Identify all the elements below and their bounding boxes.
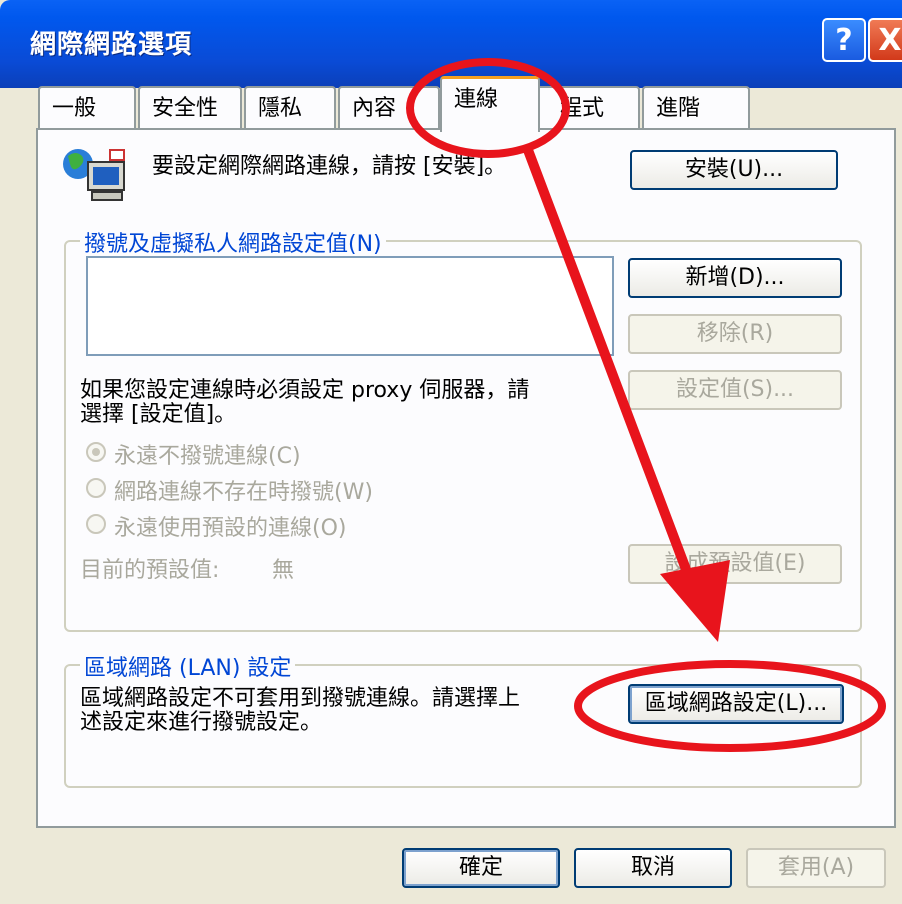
radio-dial-when-absent-label: 網路連線不存在時撥號(W) (114, 480, 373, 505)
radio-always-dial[interactable] (86, 514, 106, 534)
lan-group-label: 區域網路 (LAN) 設定 (80, 650, 296, 682)
close-button[interactable]: X (868, 18, 902, 62)
setup-instruction: 要設定網際網路連線，請按 [安裝]。 (152, 154, 507, 179)
connections-listbox[interactable] (86, 256, 614, 356)
current-default-value: 無 (272, 558, 295, 583)
tab-connections[interactable]: 連線 (440, 76, 540, 132)
apply-button[interactable]: 套用(A) (746, 848, 886, 888)
set-default-button[interactable]: 設成預設值(E) (628, 544, 842, 584)
tab-general[interactable]: 一般 (38, 86, 136, 130)
settings-button[interactable]: 設定值(S)... (628, 370, 842, 410)
ok-button[interactable]: 確定 (402, 848, 560, 888)
setup-button[interactable]: 安裝(U)... (630, 150, 838, 190)
current-default-label: 目前的預設值: (80, 558, 220, 583)
cancel-button[interactable]: 取消 (574, 848, 732, 888)
proxy-text-line2: 選擇 [設定值]。 (80, 402, 237, 427)
lan-settings-button[interactable]: 區域網路設定(L)... (628, 684, 844, 724)
internet-options-dialog: 網際網路選項 ? X 一般 安全性 隱私 內容 程式 進階 連線 要設定網際網路… (0, 0, 902, 904)
window-title: 網際網路選項 (30, 30, 193, 60)
tab-security[interactable]: 安全性 (138, 86, 242, 130)
help-button[interactable]: ? (822, 18, 866, 62)
dialup-group-label: 撥號及虛擬私人網路設定值(N) (80, 226, 386, 258)
lan-text-line2: 述設定來進行撥號設定。 (80, 710, 323, 735)
add-button[interactable]: 新增(D)... (628, 258, 842, 298)
title-bar: 網際網路選項 ? X (0, 0, 902, 88)
radio-always-dial-label: 永遠使用預設的連線(O) (114, 516, 347, 541)
tab-privacy[interactable]: 隱私 (244, 86, 336, 130)
tab-content[interactable]: 內容 (338, 86, 440, 130)
tab-advanced[interactable]: 進階 (642, 86, 750, 130)
radio-never-dial-label: 永遠不撥號連線(C) (114, 444, 301, 469)
remove-button[interactable]: 移除(R) (628, 314, 842, 354)
radio-never-dial[interactable] (86, 442, 106, 462)
tab-programs[interactable]: 程式 (536, 86, 640, 130)
radio-dial-when-absent[interactable] (86, 478, 106, 498)
network-computer-icon (58, 146, 138, 206)
